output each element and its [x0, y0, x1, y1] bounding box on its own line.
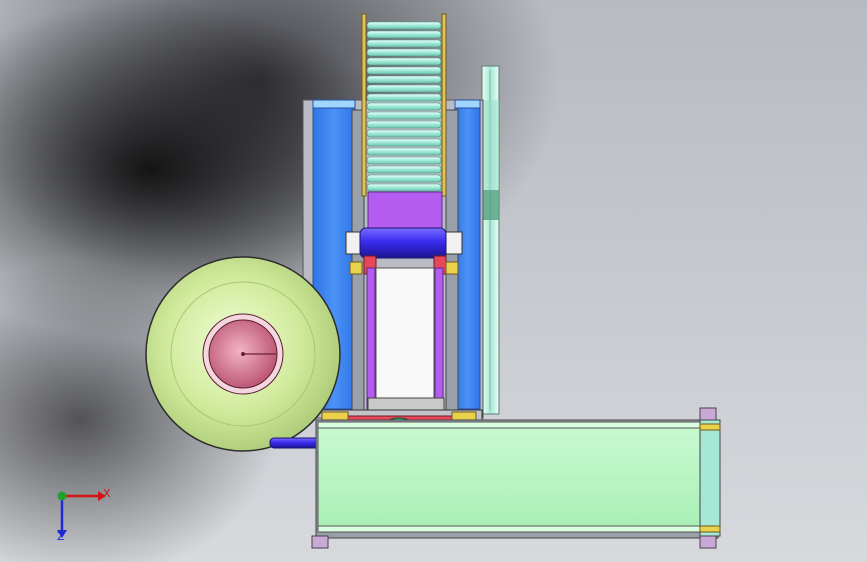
conveyor-roller — [366, 156, 442, 165]
axis-triad: X Z — [40, 480, 120, 550]
base-conveyor[interactable] — [311, 407, 721, 549]
conveyor-roller — [366, 120, 442, 129]
roller-conveyor[interactable] — [361, 13, 447, 197]
conveyor-roller — [366, 93, 442, 102]
side-wheel[interactable] — [481, 65, 500, 415]
conveyor-roller — [366, 75, 442, 84]
conveyor-roller — [366, 102, 442, 111]
conveyor-roller — [366, 48, 442, 57]
conveyor-roller — [366, 174, 442, 183]
conveyor-roller — [366, 129, 442, 138]
conveyor-roller — [366, 183, 442, 192]
conveyor-roller — [366, 111, 442, 120]
conveyor-roller — [366, 39, 442, 48]
machine-model[interactable] — [0, 0, 867, 562]
conveyor-roller — [366, 147, 442, 156]
conveyor-roller — [366, 57, 442, 66]
conveyor-roller — [366, 84, 442, 93]
conveyor-roller — [366, 30, 442, 39]
conveyor-roller — [366, 138, 442, 147]
axis-x-label: X — [103, 487, 111, 500]
conveyor-roller — [366, 165, 442, 174]
guide-plate[interactable] — [366, 267, 445, 415]
conveyor-roller — [366, 21, 442, 30]
tape-spool[interactable] — [145, 256, 341, 452]
conveyor-roller — [366, 66, 442, 75]
axis-z-label: Z — [57, 530, 65, 543]
cad-viewport[interactable]: X Z — [0, 0, 867, 562]
